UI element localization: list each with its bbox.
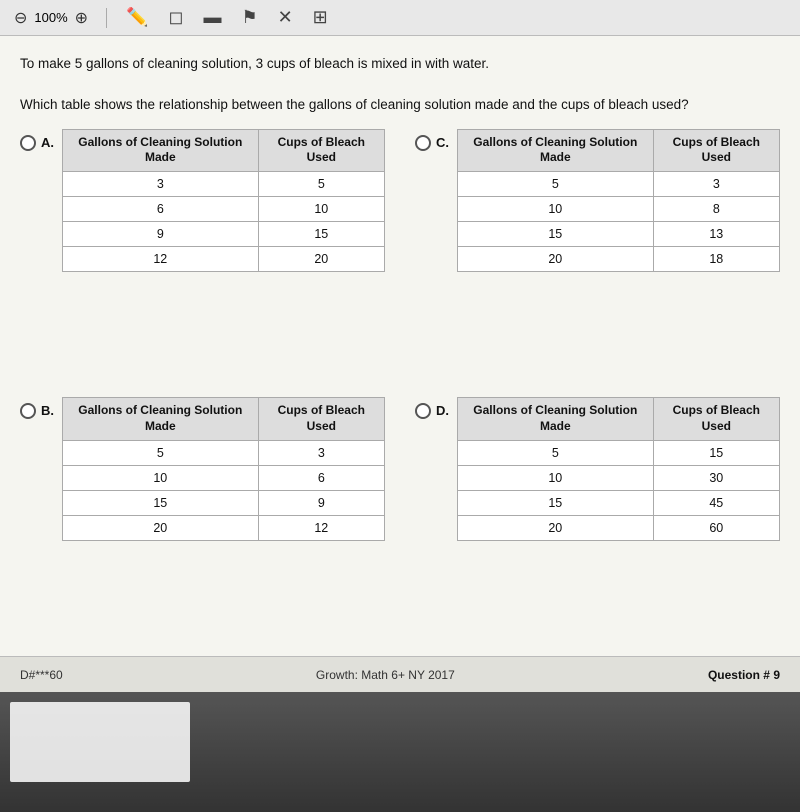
table-cell-col1: 20 (458, 515, 654, 540)
footer-title: Growth: Math 6+ NY 2017 (316, 668, 455, 682)
option-c-radio[interactable] (415, 135, 431, 151)
table-cell-col2: 5 (258, 171, 384, 196)
table-cell-col1: 20 (458, 246, 654, 271)
option-b-letter: B. (41, 403, 54, 418)
laptop-bezel (0, 692, 800, 812)
option-d-radio-label[interactable]: D. (415, 401, 449, 419)
table-cell-col2: 6 (258, 465, 384, 490)
pencil-icon[interactable]: ✏️ (121, 5, 153, 30)
option-a-letter: A. (41, 135, 54, 150)
table-row: 610 (63, 196, 385, 221)
table-cell-col1: 5 (63, 440, 259, 465)
option-c-table: Gallons of Cleaning Solution Made Cups o… (457, 129, 780, 272)
option-a-radio-label[interactable]: A. (20, 133, 54, 151)
table-cell-col1: 15 (63, 490, 259, 515)
bezel-paper (10, 702, 190, 782)
flag-icon[interactable]: ⚑ (236, 5, 262, 30)
table-cell-col1: 15 (458, 490, 654, 515)
question-line1: To make 5 gallons of cleaning solution, … (20, 54, 780, 74)
table-cell-col1: 12 (63, 246, 259, 271)
table-cell-col1: 3 (63, 171, 259, 196)
table-row: 1545 (458, 490, 780, 515)
table-cell-col2: 45 (653, 490, 779, 515)
table-cell-col1: 6 (63, 196, 259, 221)
table-cell-col2: 15 (653, 440, 779, 465)
option-c-col1-header: Gallons of Cleaning Solution Made (458, 129, 654, 171)
table-cell-col1: 10 (63, 465, 259, 490)
zoom-level: 100% (34, 10, 67, 25)
option-a-block: A. Gallons of Cleaning Solution Made Cup… (20, 129, 385, 378)
zoom-out-button[interactable]: ⊖ (10, 6, 31, 30)
option-d-letter: D. (436, 403, 449, 418)
option-a-col1-header: Gallons of Cleaning Solution Made (63, 129, 259, 171)
table-cell-col2: 15 (258, 221, 384, 246)
eraser-icon[interactable]: ◻ (163, 5, 188, 30)
options-grid: A. Gallons of Cleaning Solution Made Cup… (20, 129, 780, 646)
option-a-col2-header: Cups of Bleach Used (258, 129, 384, 171)
option-d-col2-header: Cups of Bleach Used (653, 398, 779, 440)
table-row: 53 (458, 171, 780, 196)
option-c-col2-header: Cups of Bleach Used (653, 129, 779, 171)
table-cell-col2: 20 (258, 246, 384, 271)
table-row: 2018 (458, 246, 780, 271)
table-cell-col1: 10 (458, 465, 654, 490)
option-c-radio-label[interactable]: C. (415, 133, 449, 151)
grid-icon[interactable]: ⊞ (308, 5, 333, 30)
cross-icon[interactable]: ✕ (273, 5, 298, 30)
table-cell-col2: 8 (653, 196, 779, 221)
table-cell-col1: 10 (458, 196, 654, 221)
option-d-block: D. Gallons of Cleaning Solution Made Cup… (415, 397, 780, 646)
table-row: 106 (63, 465, 385, 490)
question-line2: Which table shows the relationship betwe… (20, 95, 780, 115)
table-cell-col1: 9 (63, 221, 259, 246)
table-row: 35 (63, 171, 385, 196)
table-cell-col2: 12 (258, 515, 384, 540)
option-d-radio[interactable] (415, 403, 431, 419)
option-a-table: Gallons of Cleaning Solution Made Cups o… (62, 129, 385, 272)
table-row: 159 (63, 490, 385, 515)
footer: D#***60 Growth: Math 6+ NY 2017 Question… (0, 656, 800, 692)
table-row: 2012 (63, 515, 385, 540)
option-b-radio-label[interactable]: B. (20, 401, 54, 419)
table-row: 53 (63, 440, 385, 465)
zoom-control: ⊖ 100% ⊕ (10, 6, 92, 30)
toolbar-divider-1 (106, 8, 107, 28)
option-b-block: B. Gallons of Cleaning Solution Made Cup… (20, 397, 385, 646)
table-cell-col1: 5 (458, 440, 654, 465)
table-cell-col1: 15 (458, 221, 654, 246)
option-d-col1-header: Gallons of Cleaning Solution Made (458, 398, 654, 440)
table-cell-col2: 60 (653, 515, 779, 540)
table-cell-col2: 9 (258, 490, 384, 515)
option-b-table: Gallons of Cleaning Solution Made Cups o… (62, 397, 385, 540)
option-b-col1-header: Gallons of Cleaning Solution Made (63, 398, 259, 440)
table-row: 1030 (458, 465, 780, 490)
content-area: To make 5 gallons of cleaning solution, … (0, 36, 800, 656)
table-row: 515 (458, 440, 780, 465)
footer-question: Question # 9 (708, 668, 780, 682)
option-c-letter: C. (436, 135, 449, 150)
option-b-radio[interactable] (20, 403, 36, 419)
table-row: 108 (458, 196, 780, 221)
zoom-in-button[interactable]: ⊕ (71, 6, 92, 30)
option-c-block: C. Gallons of Cleaning Solution Made Cup… (415, 129, 780, 378)
table-row: 915 (63, 221, 385, 246)
table-row: 2060 (458, 515, 780, 540)
table-row: 1220 (63, 246, 385, 271)
table-row: 1513 (458, 221, 780, 246)
toolbar: ⊖ 100% ⊕ ✏️ ◻ ▬ ⚑ ✕ ⊞ (0, 0, 800, 36)
option-b-col2-header: Cups of Bleach Used (258, 398, 384, 440)
table-cell-col1: 20 (63, 515, 259, 540)
table-cell-col2: 30 (653, 465, 779, 490)
table-cell-col2: 3 (258, 440, 384, 465)
question-text: To make 5 gallons of cleaning solution, … (20, 54, 780, 115)
option-a-radio[interactable] (20, 135, 36, 151)
table-cell-col2: 13 (653, 221, 779, 246)
table-cell-col2: 10 (258, 196, 384, 221)
highlight-icon[interactable]: ▬ (198, 5, 226, 30)
footer-code: D#***60 (20, 668, 63, 682)
table-cell-col2: 18 (653, 246, 779, 271)
table-cell-col1: 5 (458, 171, 654, 196)
table-cell-col2: 3 (653, 171, 779, 196)
option-d-table: Gallons of Cleaning Solution Made Cups o… (457, 397, 780, 540)
